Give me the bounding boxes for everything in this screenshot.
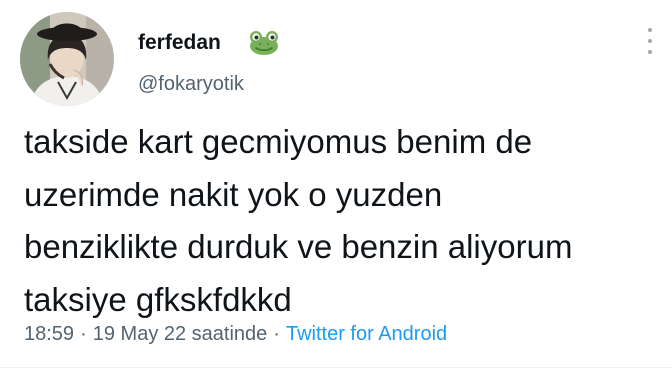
ellipsis-dot	[648, 39, 652, 43]
meta-separator: ·	[273, 323, 280, 345]
vertical-ellipsis-icon[interactable]	[640, 24, 660, 58]
divider	[0, 367, 672, 368]
tweet-text-line: benziklikte durduk ve benzin aliyorum	[24, 228, 573, 265]
tweet-time[interactable]: 18:59	[24, 323, 74, 345]
tweet-source-link[interactable]: Twitter for Android	[286, 323, 447, 345]
frog-emoji-icon	[250, 31, 278, 55]
tweet-card: ferfedan @fokaryotik takside kart gecmiy…	[0, 0, 672, 378]
author-display-name[interactable]: ferfedan	[138, 30, 221, 56]
tweet-text: takside kart gecmiyomus benim de uzerimd…	[24, 116, 654, 326]
tweet-text-line: takside kart gecmiyomus benim de	[24, 123, 533, 160]
ellipsis-dot	[648, 28, 652, 32]
author-handle[interactable]: @fokaryotik	[138, 72, 244, 96]
tweet-text-line: uzerimde nakit yok o yuzden	[24, 175, 443, 213]
tweet-text-line: taksiye gfkskfdkkd	[24, 280, 292, 318]
meta-separator: ·	[80, 323, 87, 345]
avatar[interactable]	[20, 12, 114, 106]
avatar-photo	[20, 12, 114, 106]
tweet-metadata: 18:59 · 19 May 22 saatinde · Twitter for And…	[24, 320, 447, 348]
ellipsis-dot	[648, 50, 652, 54]
tweet-date[interactable]: 19 May 22 saatinde	[93, 323, 268, 345]
